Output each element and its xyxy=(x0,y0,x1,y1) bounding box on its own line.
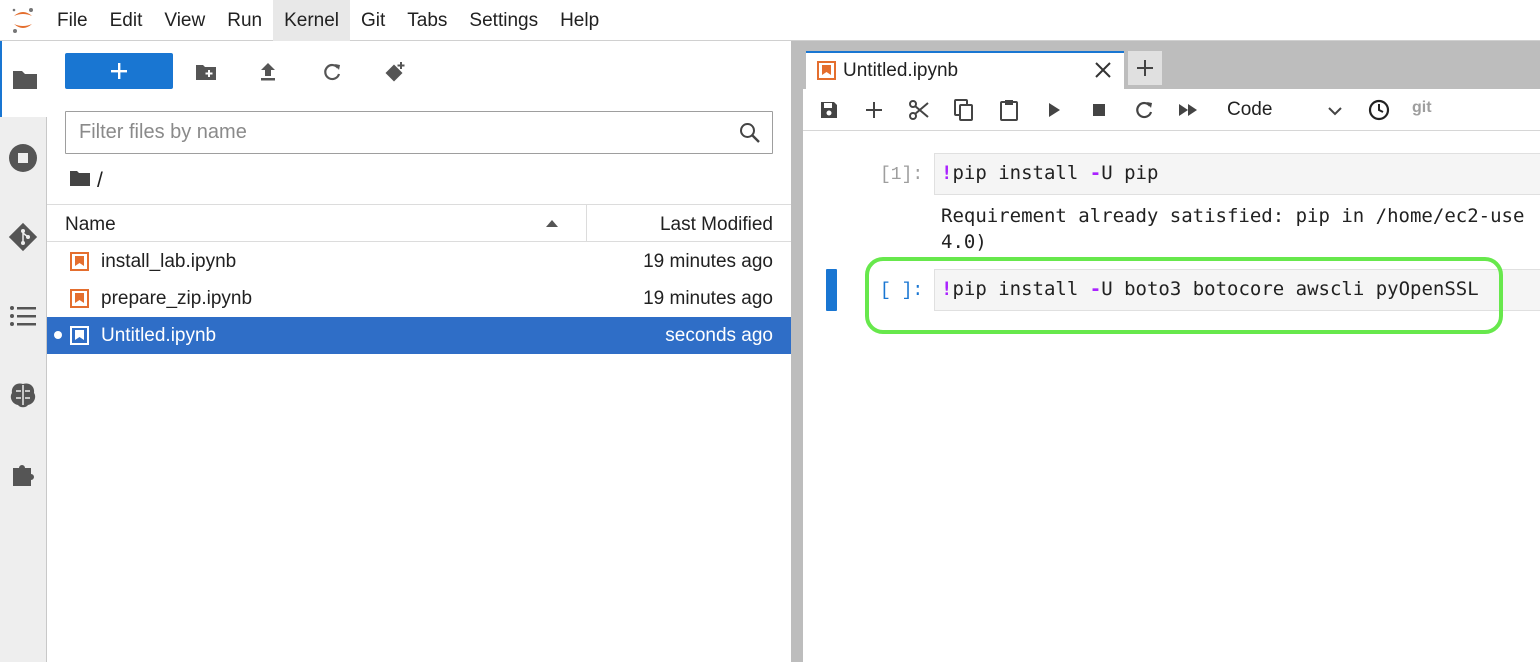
home-folder-icon[interactable] xyxy=(69,169,91,193)
file-name: install_lab.ipynb xyxy=(101,251,237,272)
active-cell-indicator xyxy=(826,269,837,311)
output-line: 4.0) xyxy=(941,231,987,253)
output-line: Requirement already satisfied: pip in /h… xyxy=(941,205,1525,227)
copy-icon[interactable] xyxy=(952,98,976,122)
git-diff-label[interactable]: git xyxy=(1412,99,1432,117)
puzzle-extension-icon[interactable] xyxy=(0,436,46,512)
cell-prompt: [1]: xyxy=(880,165,924,185)
file-name: Untitled.ipynb xyxy=(101,325,217,346)
notebook-file-icon xyxy=(70,289,89,308)
paste-icon[interactable] xyxy=(997,98,1021,122)
notebook-file-icon xyxy=(70,252,89,271)
file-modified: 19 minutes ago xyxy=(643,251,773,272)
file-modified: seconds ago xyxy=(665,325,773,346)
file-row-install-lab[interactable]: install_lab.ipynb 19 minutes ago xyxy=(47,243,791,280)
notebook-panel: Untitled.ipynb Code git [1]: !pip instal… xyxy=(803,41,1540,662)
running-stop-icon[interactable] xyxy=(0,120,46,196)
git-icon[interactable] xyxy=(0,199,46,275)
restart-kernel-icon[interactable] xyxy=(1132,98,1156,122)
tab-untitled-notebook[interactable]: Untitled.ipynb xyxy=(806,51,1124,89)
code-text: U pip xyxy=(1101,162,1159,184)
search-icon xyxy=(738,121,762,150)
code-bang: ! xyxy=(941,162,953,184)
upload-icon[interactable] xyxy=(255,59,281,85)
cell-type-select[interactable]: Code xyxy=(1227,97,1347,123)
menu-bar: File Edit View Run Kernel Git Tabs Setti… xyxy=(0,0,1540,41)
save-icon[interactable] xyxy=(817,98,841,122)
menu-view[interactable]: View xyxy=(153,0,216,41)
column-divider[interactable] xyxy=(586,205,587,241)
folder-icon[interactable] xyxy=(0,41,47,117)
notebook-file-icon xyxy=(70,326,89,345)
new-launcher-button[interactable] xyxy=(65,53,173,89)
filter-files-input-wrapper xyxy=(65,111,773,154)
breadcrumb: / xyxy=(69,169,103,193)
cut-icon[interactable] xyxy=(907,98,931,122)
file-row-prepare-zip[interactable]: prepare_zip.ipynb 19 minutes ago xyxy=(47,280,791,317)
chevron-down-icon xyxy=(1327,101,1343,123)
clock-icon[interactable] xyxy=(1367,98,1391,122)
sort-ascending-icon[interactable] xyxy=(546,220,558,227)
column-header-name[interactable]: Name xyxy=(65,214,116,236)
filter-files-input[interactable] xyxy=(66,121,726,144)
run-icon[interactable] xyxy=(1042,98,1066,122)
activity-bar xyxy=(0,41,47,662)
menu-kernel[interactable]: Kernel xyxy=(273,0,350,41)
menu-git[interactable]: Git xyxy=(350,0,396,41)
menu-edit[interactable]: Edit xyxy=(99,0,154,41)
menu-tabs[interactable]: Tabs xyxy=(396,0,458,41)
running-indicator xyxy=(54,331,62,339)
panel-splitter[interactable] xyxy=(791,41,803,662)
jupyter-logo-icon xyxy=(0,0,46,41)
tab-bar: Untitled.ipynb xyxy=(803,41,1540,89)
new-folder-icon[interactable] xyxy=(193,59,219,85)
git-clone-icon[interactable] xyxy=(382,59,408,85)
file-browser-toolbar xyxy=(47,41,791,103)
notebook-file-icon xyxy=(817,61,836,85)
restart-run-all-icon[interactable] xyxy=(1177,98,1201,122)
notebook-toolbar: Code git xyxy=(803,89,1540,131)
cell-output: Requirement already satisfied: pip in /h… xyxy=(941,203,1524,255)
menu-settings[interactable]: Settings xyxy=(458,0,549,41)
column-header-last-modified[interactable]: Last Modified xyxy=(660,214,773,236)
table-of-contents-icon[interactable] xyxy=(0,278,46,354)
stop-icon[interactable] xyxy=(1087,98,1111,122)
code-text: pip install xyxy=(952,162,1090,184)
file-browser: / Name Last Modified install_lab.ipynb 1… xyxy=(47,41,791,662)
cell-type-value: Code xyxy=(1227,99,1273,120)
tab-title: Untitled.ipynb xyxy=(843,60,959,81)
listing-header: Name Last Modified xyxy=(47,204,791,242)
menu-help[interactable]: Help xyxy=(549,0,610,41)
file-name: prepare_zip.ipynb xyxy=(101,288,253,309)
file-modified: 19 minutes ago xyxy=(643,288,773,309)
extension-brain-icon[interactable] xyxy=(0,357,46,433)
insert-cell-icon[interactable] xyxy=(862,98,886,122)
cell-input[interactable]: !pip install -U pip xyxy=(934,153,1540,195)
add-tab-button[interactable] xyxy=(1128,51,1162,85)
close-icon[interactable] xyxy=(1094,61,1112,84)
code-operator: - xyxy=(1089,162,1102,184)
breadcrumb-root[interactable]: / xyxy=(97,169,103,193)
refresh-icon[interactable] xyxy=(319,59,345,85)
menu-run[interactable]: Run xyxy=(216,0,273,41)
file-row-untitled[interactable]: Untitled.ipynb seconds ago xyxy=(47,317,791,354)
highlight-annotation xyxy=(865,257,1503,334)
menu-file[interactable]: File xyxy=(46,0,99,41)
